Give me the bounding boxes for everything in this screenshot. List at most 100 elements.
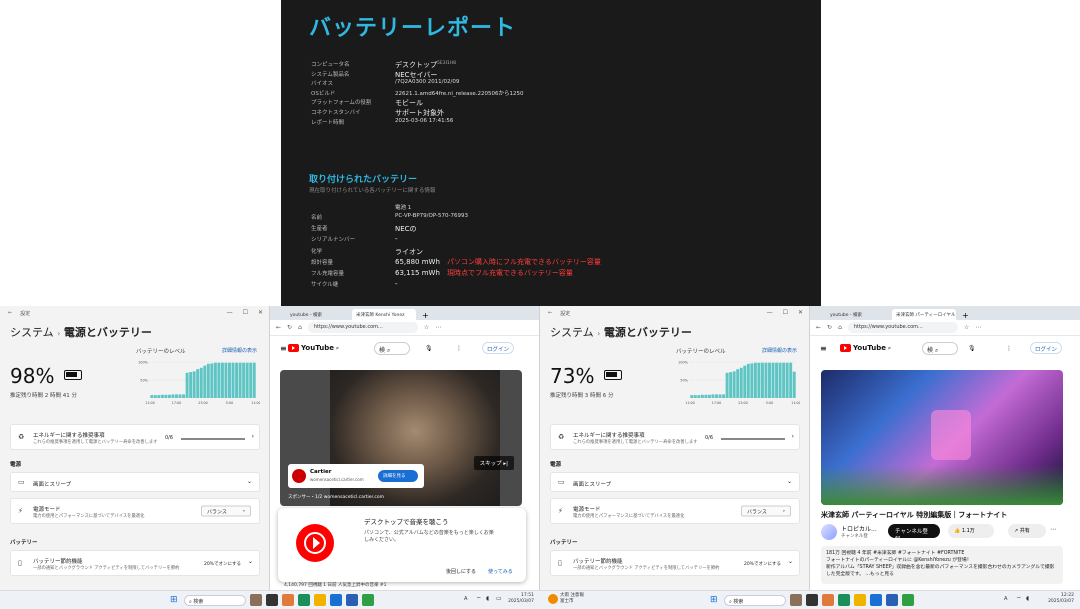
folder-icon[interactable] — [314, 594, 326, 606]
screen-sleep-card[interactable]: ▭ 画面とスリープ ⌄ — [550, 472, 800, 492]
tab-youtube-search[interactable]: youtube - 検索 — [286, 309, 350, 320]
volume-icon[interactable]: ◖ — [1026, 595, 1029, 602]
hamburger-icon[interactable]: ≡ — [280, 344, 287, 353]
widget-icon[interactable] — [250, 594, 262, 606]
breadcrumb-system[interactable]: システム — [10, 326, 54, 339]
store-icon[interactable] — [330, 594, 342, 606]
power-mode-dropdown[interactable]: バランス ⌄ — [741, 505, 791, 517]
description-box[interactable]: 181万 回視聴 4 年前 #米津玄師 #フォートナイト #FORTNITE フ… — [821, 546, 1063, 584]
eco-recommend-card[interactable]: ♻ エネルギーに関する推奨事項 これらの推奨事項を適用して電源とバッテリー寿命を… — [10, 424, 260, 450]
login-button[interactable]: ログイン — [1030, 342, 1063, 354]
mail-icon[interactable] — [346, 594, 358, 606]
back-icon[interactable]: ← — [8, 310, 12, 316]
new-tab-icon[interactable]: + — [958, 311, 973, 320]
eco-recommend-card[interactable]: ♻ エネルギーに関する推奨事項 これらの推奨事項を適用して電源とバッテリー寿命を… — [550, 424, 800, 450]
detail-link[interactable]: 詳細情報の表示 — [222, 347, 257, 354]
star-icon[interactable]: ☆ — [424, 324, 429, 331]
more-actions-icon[interactable]: ⋯ — [1050, 526, 1056, 533]
search-icon[interactable]: ⌕ — [387, 347, 390, 354]
channel-avatar[interactable] — [821, 524, 837, 540]
youtube-logo[interactable]: YouTube JP — [840, 344, 891, 352]
reload-icon[interactable]: ↻ — [827, 324, 832, 331]
back-icon[interactable]: ← — [548, 310, 552, 316]
clock-right[interactable]: 12:22 2025/03/07 — [1040, 593, 1074, 605]
youtube-logo[interactable]: YouTube JP — [288, 344, 339, 352]
edge-icon[interactable] — [838, 594, 850, 606]
search-input[interactable]: 検 ⌕ — [374, 341, 410, 355]
video-player[interactable] — [821, 370, 1063, 505]
ime-indicator[interactable]: A — [1004, 596, 1007, 602]
search-input[interactable]: 検 ⌕ — [922, 341, 958, 355]
battery-saver-card[interactable]: ▯ バッテリー節約機能 一部の通知とバックグラウンド アクティビティを制限してバ… — [550, 550, 800, 576]
screen-sleep-card[interactable]: ▭ 画面とスリープ ⌄ — [10, 472, 260, 492]
breadcrumb-system[interactable]: システム — [550, 326, 594, 339]
back-icon[interactable]: ← — [816, 324, 821, 331]
explorer-icon[interactable] — [822, 594, 834, 606]
power-mode-dropdown[interactable]: バランス ⌄ — [201, 505, 251, 517]
explorer-icon[interactable] — [282, 594, 294, 606]
back-icon[interactable]: ← — [276, 324, 281, 331]
search-icon[interactable]: ⌕ — [935, 347, 938, 354]
home-icon[interactable]: ⌂ — [298, 324, 302, 331]
folder-icon[interactable] — [854, 594, 866, 606]
app-icon[interactable] — [362, 594, 374, 606]
close-icon[interactable]: ✕ — [258, 309, 263, 316]
start-icon[interactable]: ⊞ — [710, 595, 718, 605]
battery-info-value: 65,880 mWh — [395, 257, 440, 266]
widget-icon[interactable] — [790, 594, 802, 606]
home-icon[interactable]: ⌂ — [838, 324, 842, 331]
menu-icon[interactable]: ⋯ — [435, 324, 441, 331]
menu-icon[interactable]: ⋯ — [975, 324, 981, 331]
login-button[interactable]: ログイン — [482, 342, 515, 354]
store-icon[interactable] — [870, 594, 882, 606]
reload-icon[interactable]: ↻ — [287, 324, 292, 331]
chart-bar — [220, 362, 224, 398]
mail-icon[interactable] — [886, 594, 898, 606]
popup-later-button[interactable]: 後回しにする — [446, 568, 476, 575]
chart-bar — [206, 363, 210, 398]
mic-icon[interactable]: 🎙 — [425, 345, 433, 352]
edge-icon[interactable] — [298, 594, 310, 606]
app-icon[interactable] — [902, 594, 914, 606]
hamburger-icon[interactable]: ≡ — [820, 344, 827, 353]
battery-tray-icon[interactable]: ▭ — [496, 595, 502, 602]
subscribe-button[interactable]: チャンネル登録 — [888, 524, 940, 543]
battery-saver-card[interactable]: ▯ バッテリー節約機能 一部の通知とバックグラウンド アクティビティを制限してバ… — [10, 550, 260, 576]
taskbar-search[interactable]: ⌕ 検索 — [724, 595, 786, 606]
skip-button[interactable]: スキップ ▸| — [473, 456, 514, 470]
clock-left[interactable]: 17:51 2025/03/07 — [508, 593, 534, 605]
url-field[interactable]: https://www.youtube.com... — [847, 322, 958, 333]
wifi-icon[interactable]: ⌔ — [1016, 595, 1022, 603]
tab-youtube-video[interactable]: 米津玄師 パーティーロイヤル — [892, 309, 956, 320]
star-icon[interactable]: ☆ — [964, 324, 969, 331]
taskview-icon[interactable] — [806, 594, 818, 606]
video-player[interactable]: Cartier womensaceticl.cartier.com 詳細を見る … — [280, 370, 522, 506]
maximize-icon[interactable]: ☐ — [243, 309, 248, 316]
weather-notice[interactable]: 大雨 注意報 富士市 — [560, 593, 584, 605]
volume-icon[interactable]: ◖ — [486, 595, 489, 602]
share-label: 共有 — [1019, 528, 1030, 534]
ad-details-button[interactable]: 詳細を見る — [378, 470, 418, 482]
start-icon[interactable]: ⊞ — [170, 595, 178, 605]
url-field[interactable]: https://www.youtube.com... — [307, 322, 418, 333]
minimize-icon[interactable]: — — [227, 309, 233, 316]
new-tab-icon[interactable]: + — [418, 311, 433, 320]
ad-card[interactable]: Cartier womensaceticl.cartier.com 詳細を見る — [288, 464, 424, 488]
detail-link[interactable]: 詳細情報の表示 — [762, 347, 797, 354]
channel-name[interactable]: トロピカル... — [841, 524, 877, 533]
like-button[interactable]: 👍 1.1万 — [948, 524, 994, 538]
tab-youtube-search[interactable]: youtube - 検索 — [826, 309, 890, 320]
popup-try-button[interactable]: 使ってみる — [488, 568, 513, 575]
taskview-icon[interactable] — [266, 594, 278, 606]
more-icon[interactable]: ⋮ — [456, 345, 462, 352]
share-button[interactable]: ↗ 共有 — [1008, 524, 1046, 538]
ime-indicator[interactable]: A — [464, 596, 467, 602]
maximize-icon[interactable]: ☐ — [783, 309, 788, 316]
taskbar-search[interactable]: ⌕ 検索 — [184, 595, 246, 606]
tab-youtube-video[interactable]: 米津玄師 Kenshi Yonez — [352, 309, 416, 320]
mic-icon[interactable]: 🎙 — [968, 345, 976, 352]
wifi-icon[interactable]: ⌔ — [476, 595, 482, 603]
close-icon[interactable]: ✕ — [798, 309, 803, 316]
minimize-icon[interactable]: — — [767, 309, 773, 316]
more-icon[interactable]: ⋮ — [1006, 345, 1012, 352]
